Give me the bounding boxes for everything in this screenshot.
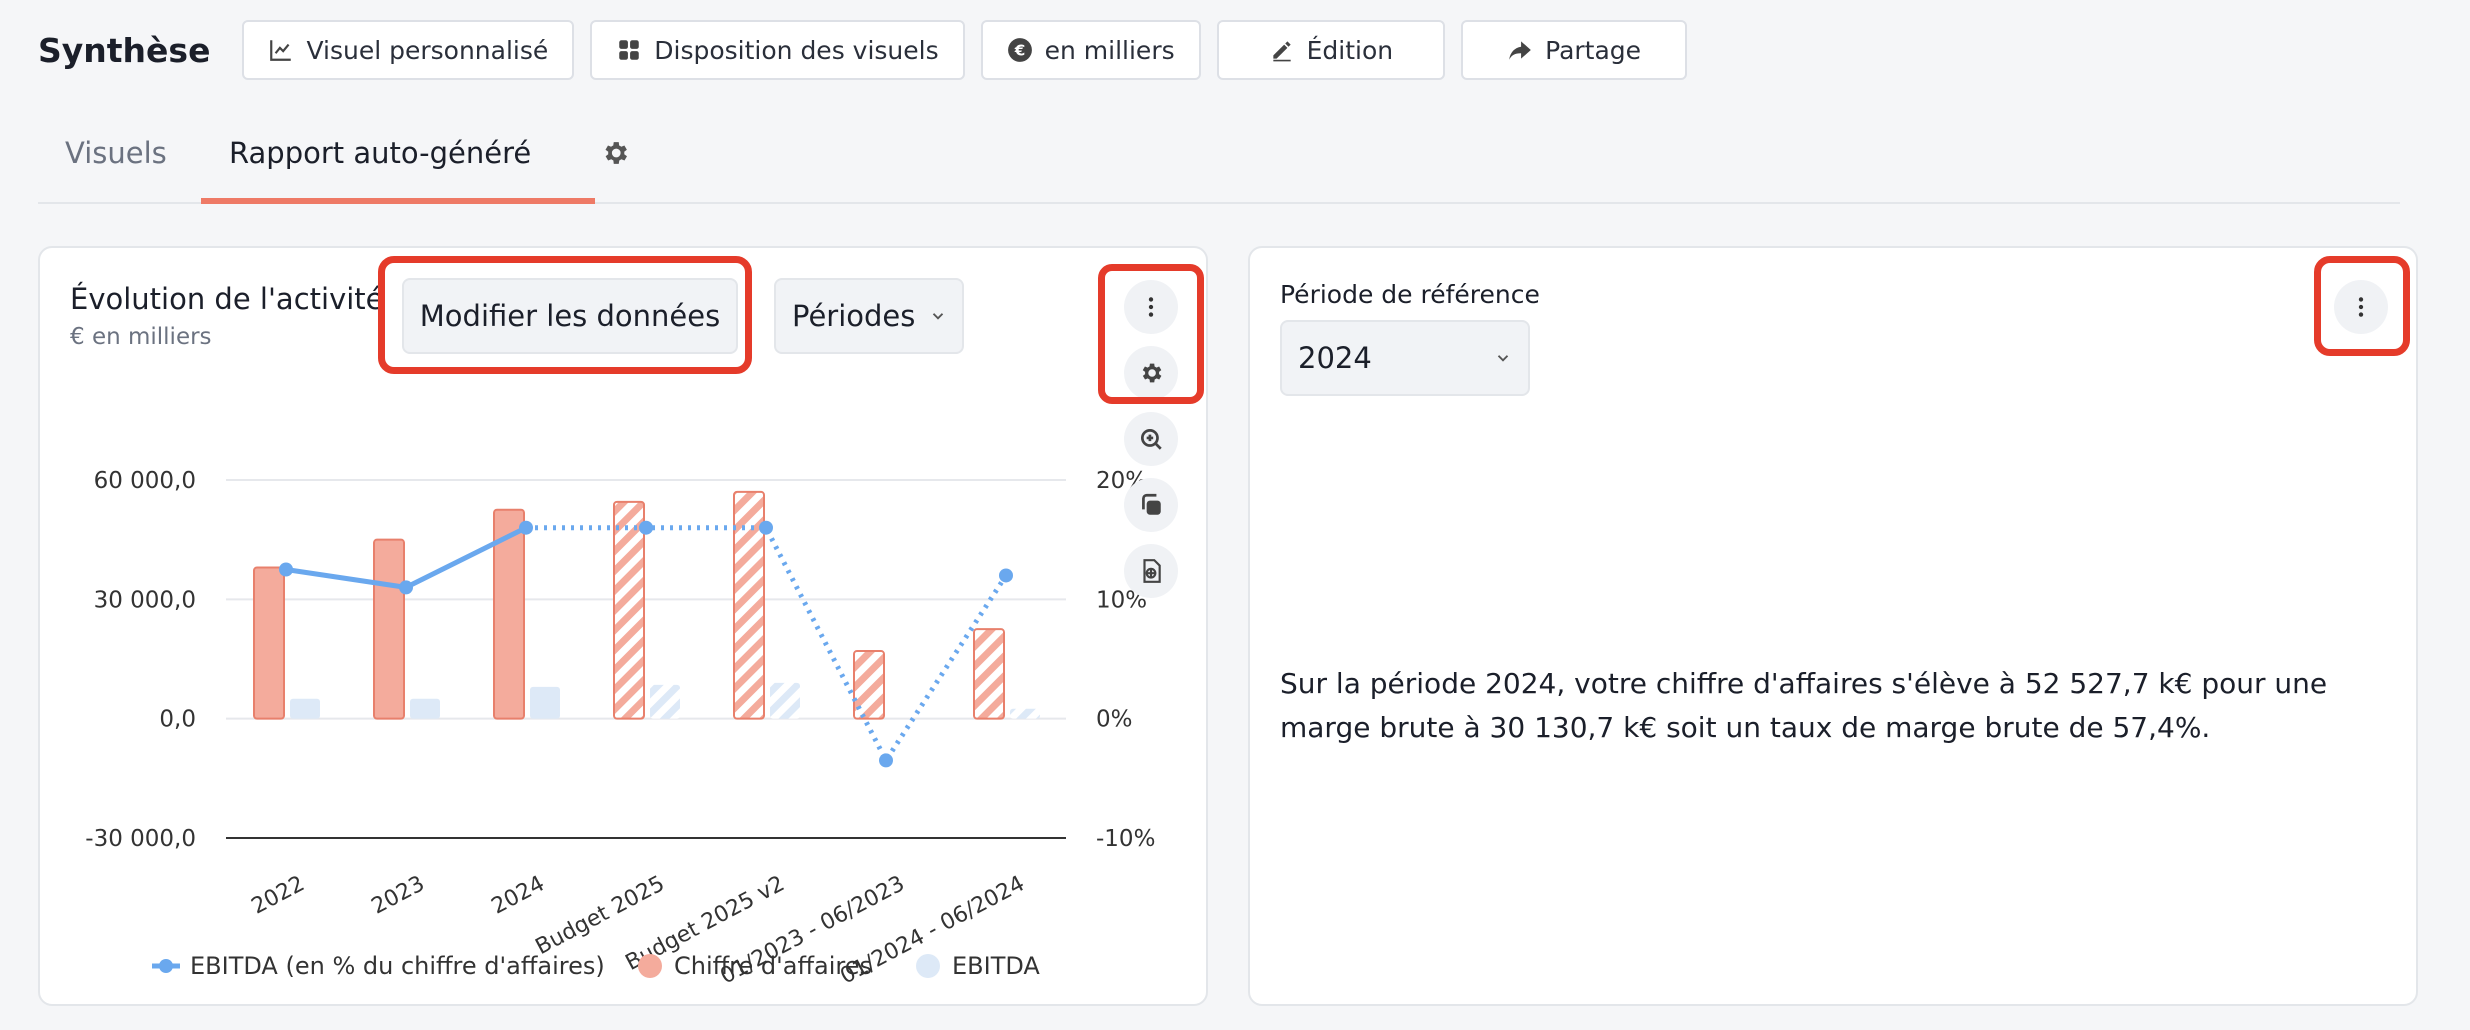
y-tick-label: 0,0 (159, 707, 196, 733)
legend-label: Chiffre d'affaires (674, 952, 872, 980)
ebitda-percent-point (399, 580, 413, 595)
layout-button[interactable]: Disposition des visuels (590, 20, 965, 80)
chevron-down-icon (1497, 355, 1509, 362)
reference-period-label: Période de référence (1280, 280, 1540, 309)
share-label: Partage (1545, 35, 1642, 65)
y2-tick-label: 0% (1096, 707, 1133, 733)
tab-visuels[interactable]: Visuels (65, 136, 167, 170)
ebitda-percent-point (639, 520, 653, 535)
svg-text:€: € (1013, 41, 1025, 59)
highlight-box-options (1098, 264, 1204, 404)
y-tick-label: 30 000,0 (94, 587, 196, 613)
units-label: en milliers (1044, 35, 1175, 65)
export-button[interactable] (1124, 544, 1178, 598)
ebitda-percent-line-actual (285, 525, 528, 590)
x-tick-label: 2024 (488, 871, 549, 919)
toolbar: Synthèse Visuel personnalisé Disposition… (38, 20, 1688, 80)
periods-dropdown[interactable]: Périodes (774, 278, 964, 354)
units-button[interactable]: € en milliers (980, 20, 1201, 80)
zoom-in-icon (1140, 428, 1162, 450)
copy-icon (1142, 493, 1161, 515)
bar-ebitda (1010, 708, 1040, 719)
layout-label: Disposition des visuels (654, 35, 939, 65)
reference-period-card: Période de référence 2024 Sur la période… (1248, 246, 2418, 1006)
bar-ebitda (530, 686, 560, 719)
bar-revenue (613, 500, 645, 720)
summary-text: Sur la période 2024, votre chiffre d'aff… (1280, 667, 2328, 744)
bar-ebitda (770, 682, 800, 719)
highlight-box-modify (378, 256, 752, 374)
bar-ebitda (650, 684, 680, 719)
gear-icon[interactable] (600, 138, 630, 168)
legend-label: EBITDA (952, 952, 1040, 980)
page-title: Synthèse (38, 30, 211, 70)
bar-revenue (253, 566, 285, 720)
ebitda-percent-point (519, 520, 533, 535)
zoom-button[interactable] (1124, 412, 1178, 466)
bar-revenue (373, 538, 405, 720)
tab-bar: Visuels Rapport auto-généré (38, 120, 2400, 204)
bar-ebitda (410, 698, 440, 719)
ebitda-percent-point (879, 753, 893, 768)
legend-label: EBITDA (en % du chiffre d'affaires) (190, 952, 605, 980)
edit-icon (1272, 41, 1291, 62)
activity-chart: 60 000,0 20%30 000,0 10%0,0 0%-30 000,0 -10%… (85, 468, 1155, 989)
share-icon (1509, 41, 1531, 60)
y2-tick-label: -10% (1096, 826, 1155, 852)
x-tick-label: 2022 (248, 871, 309, 919)
ebitda-percent-line-projected (526, 525, 1009, 766)
legend-marker (638, 954, 662, 978)
edit-button[interactable]: Édition (1216, 20, 1446, 80)
x-tick-label: 2023 (368, 871, 429, 919)
reference-period-dropdown[interactable]: 2024 (1280, 320, 1530, 396)
ebitda-percent-point (279, 562, 293, 577)
tab-rapport-auto-genere[interactable]: Rapport auto-généré (229, 136, 531, 170)
periods-label: Périodes (792, 299, 916, 333)
legend-line-dot (159, 959, 173, 973)
edit-label: Édition (1306, 35, 1394, 65)
activity-chart-card: Évolution de l'activité € en milliers Mo… (38, 246, 1208, 1006)
custom-visual-button[interactable]: Visuel personnalisé (242, 20, 575, 80)
y-tick-label: 60 000,0 (94, 468, 196, 494)
bar-revenue (973, 628, 1005, 720)
ebitda-percent-point (999, 568, 1013, 583)
copy-button[interactable] (1124, 478, 1178, 532)
share-button[interactable]: Partage (1461, 20, 1688, 80)
ebitda-percent-point (759, 520, 773, 535)
chevron-down-icon (933, 313, 944, 320)
active-tab-indicator (201, 198, 595, 204)
bar-ebitda (290, 698, 320, 719)
reference-period-value: 2024 (1298, 341, 1372, 375)
custom-visual-label: Visuel personnalisé (306, 35, 549, 65)
y-tick-label: -30 000,0 (85, 826, 196, 852)
legend-marker (916, 954, 940, 978)
chart-subtitle: € en milliers (70, 324, 212, 350)
euro-icon: € (1007, 38, 1032, 62)
grid-icon (619, 40, 639, 60)
highlight-box-right-options (2314, 256, 2410, 356)
line-chart-icon (270, 40, 292, 61)
export-file-icon (1143, 559, 1161, 583)
chart-title: Évolution de l'activité (70, 282, 384, 316)
